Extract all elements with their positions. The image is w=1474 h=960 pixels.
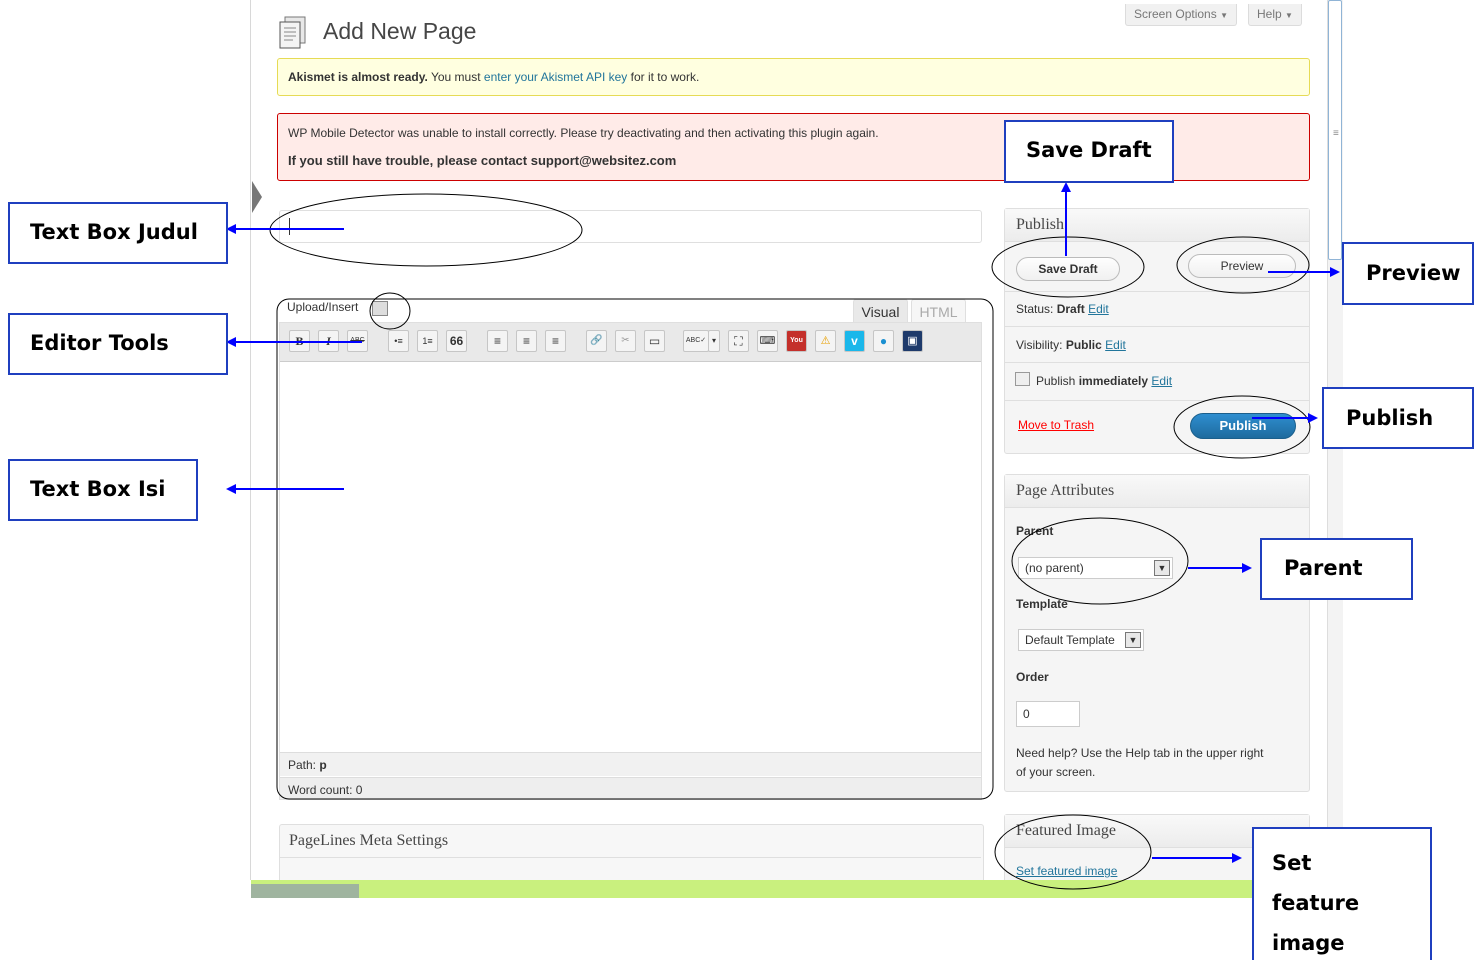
callout-text-box-judul: Text Box Judul (8, 202, 228, 264)
callout-line: image (1272, 931, 1345, 955)
callout-publish: Publish (1322, 387, 1474, 449)
save-draft-highlight-ellipse (991, 236, 1145, 298)
callout-preview: Preview (1342, 242, 1474, 305)
annotation-overlay (226, 182, 1340, 890)
callout-line: feature (1272, 891, 1360, 915)
callout-editor-tools: Editor Tools (8, 313, 228, 375)
preview-highlight-ellipse (1176, 236, 1310, 294)
callout-line: Set (1272, 851, 1312, 875)
callout-text-box-isi: Text Box Isi (8, 459, 198, 521)
callout-set-feature-image: Set feature image (1252, 827, 1432, 960)
editor-highlight-outline (276, 298, 994, 800)
callout-parent: Parent (1260, 538, 1413, 600)
callout-save-draft: Save Draft (1004, 120, 1174, 183)
upload-icon-highlight-ellipse (369, 292, 411, 330)
parent-highlight-ellipse (1011, 517, 1189, 605)
featured-image-highlight-ellipse (994, 814, 1152, 890)
publish-highlight-ellipse (1173, 395, 1311, 459)
